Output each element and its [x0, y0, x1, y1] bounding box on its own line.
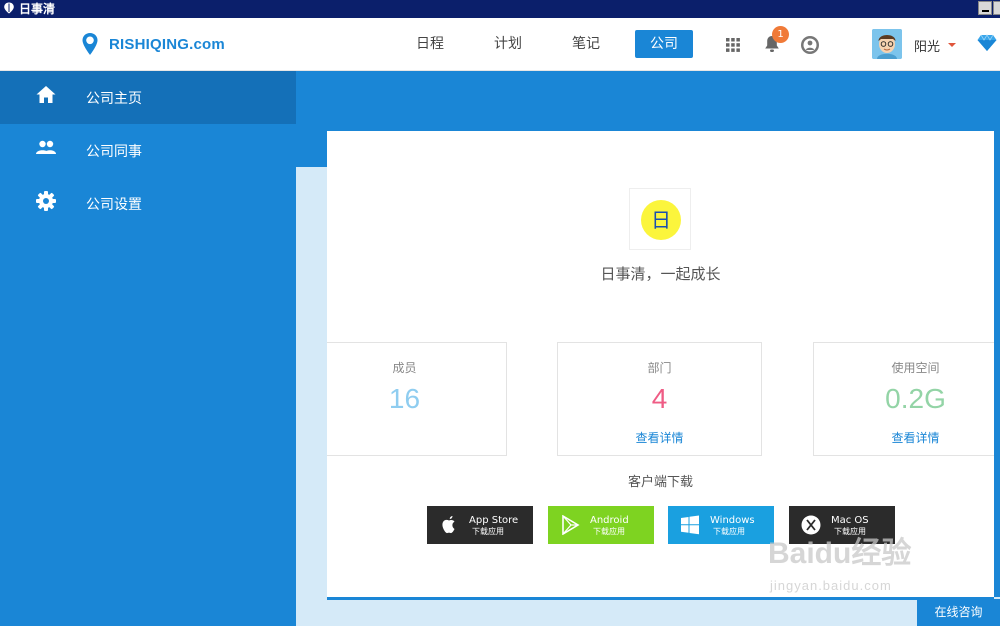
sidebar-item-colleagues[interactable]: 公司同事	[0, 124, 296, 177]
user-avatar[interactable]	[872, 29, 902, 59]
sidebar-item-settings[interactable]: 公司设置	[0, 177, 296, 230]
sidebar-item-label: 公司设置	[86, 197, 142, 213]
minimize-button[interactable]	[978, 1, 992, 15]
scrollbar[interactable]	[994, 131, 1000, 597]
download-title: 客户端下载	[627, 475, 693, 490]
stat-label: 部门	[647, 361, 672, 375]
windows-icon	[681, 515, 699, 535]
nav-schedule[interactable]: 日程	[405, 30, 455, 58]
apple-icon	[442, 516, 455, 534]
online-consult-button[interactable]: 在线咨询	[917, 599, 1000, 626]
gear-icon	[36, 191, 56, 211]
play-icon	[562, 515, 580, 535]
stat-label: 使用空间	[891, 361, 940, 375]
people-icon	[36, 140, 56, 154]
online-status-icon[interactable]	[800, 35, 820, 55]
avatar-face-icon	[872, 29, 902, 59]
view-details-link[interactable]: 查看详情	[558, 429, 761, 446]
stat-card-storage: 使用空间 0.2G 查看详情	[813, 342, 994, 456]
nav-plan[interactable]: 计划	[483, 30, 533, 58]
stat-value: 4	[651, 383, 668, 414]
watermark-url: jingyan.baidu.com	[770, 578, 892, 593]
user-menu-caret-icon[interactable]	[948, 43, 956, 47]
download-name: Android	[590, 515, 629, 526]
notification-badge: 1	[772, 26, 789, 43]
user-name[interactable]: 阳光	[914, 36, 940, 55]
download-android-button[interactable]: Android 下载应用	[548, 506, 654, 544]
company-logo-mark: 日	[641, 200, 681, 240]
download-sub: 下载应用	[472, 527, 504, 536]
download-sub: 下载应用	[593, 527, 625, 536]
sidebar-item-home[interactable]: 公司主页	[0, 71, 296, 124]
home-icon	[36, 86, 56, 103]
stat-card-members: 成员 16	[327, 342, 507, 456]
logo-pin-icon	[82, 33, 98, 55]
stat-label: 成员	[392, 361, 417, 375]
brand-logo-text[interactable]: RISHIQING.com	[109, 36, 225, 53]
stat-card-departments: 部门 4 查看详情	[557, 342, 762, 456]
sidebar-item-label: 公司主页	[86, 91, 142, 107]
nav-company[interactable]: 公司	[635, 30, 693, 58]
maximize-button[interactable]	[993, 1, 1000, 15]
stat-value: 0.2G	[885, 383, 946, 414]
app-icon	[4, 2, 14, 14]
sidebar-item-label: 公司同事	[86, 144, 142, 160]
stat-value: 16	[388, 383, 421, 414]
nav-notes[interactable]: 笔记	[561, 30, 611, 58]
sidebar: 公司主页 公司同事 公司设置	[0, 71, 296, 626]
download-sub: 下载应用	[713, 527, 745, 536]
company-logo: 日	[629, 188, 691, 250]
apps-grid-icon[interactable]	[726, 38, 740, 52]
download-name: Windows	[710, 515, 755, 526]
download-name: Mac OS	[831, 515, 869, 526]
window-titlebar: 日事清	[0, 0, 1000, 18]
watermark-text: Baidu经验	[768, 537, 912, 570]
download-windows-button[interactable]: Windows 下载应用	[668, 506, 774, 544]
diamond-vip-icon[interactable]	[977, 34, 997, 52]
top-navigation: RISHIQING.com 日程 计划 笔记 公司 1 阳光	[0, 18, 1000, 71]
download-appstore-button[interactable]: App Store 下载应用	[427, 506, 533, 544]
view-details-link[interactable]: 查看详情	[814, 429, 994, 446]
window-title: 日事清	[19, 2, 56, 16]
company-slogan: 日事清，一起成长	[600, 265, 721, 283]
download-name: App Store	[469, 515, 519, 526]
baidu-watermark: Baidu经验 jingyan.baidu.com	[768, 528, 912, 593]
